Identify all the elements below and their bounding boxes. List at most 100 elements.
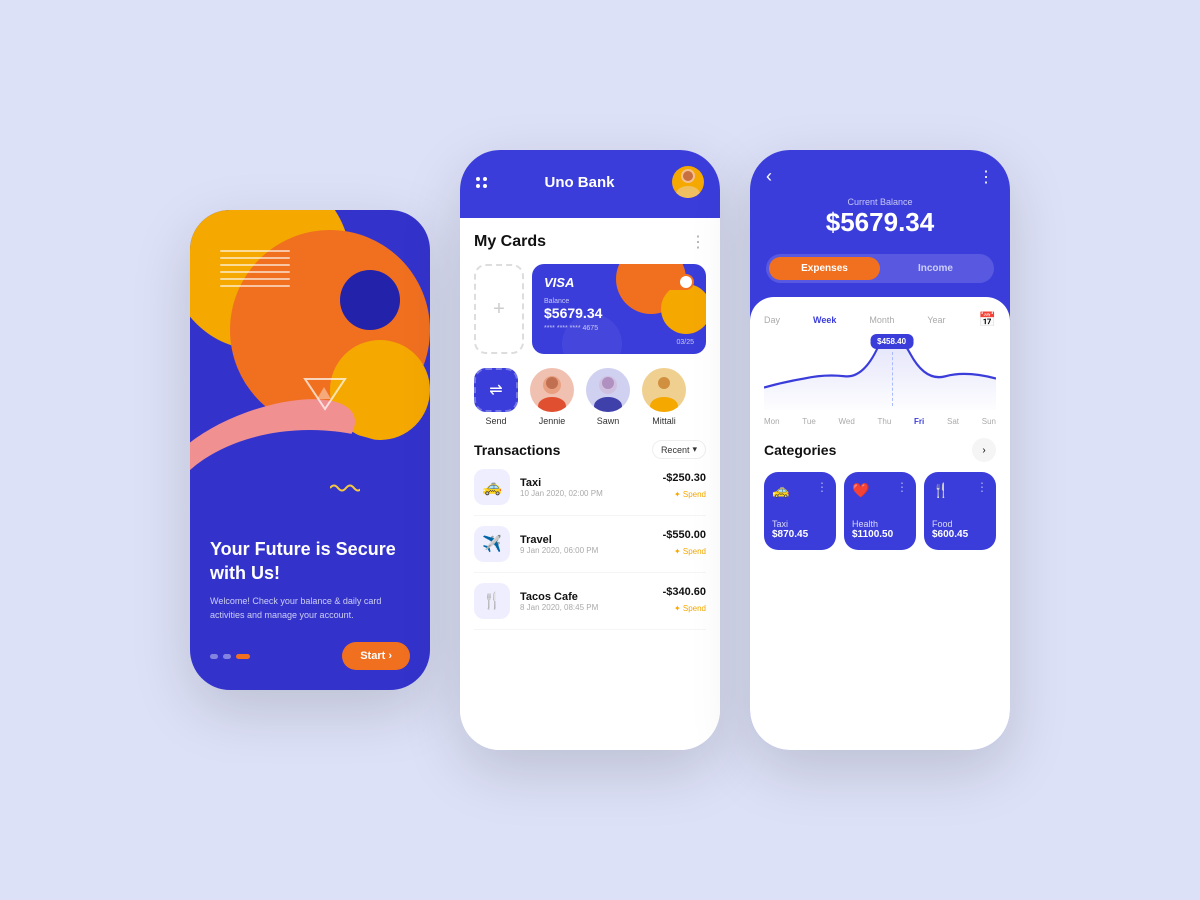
phone-2: Uno Bank My Cards ⋮ + <box>460 150 720 750</box>
phone3-menu[interactable]: ⋮ <box>978 167 994 187</box>
recent-filter[interactable]: Recent ▾ <box>652 440 706 459</box>
current-balance-label: Current Balance <box>766 197 994 207</box>
expenses-tab[interactable]: Expenses <box>769 257 880 280</box>
chart-dashed-line <box>892 352 893 406</box>
day-sat: Sat <box>947 417 959 426</box>
categories-more[interactable]: › <box>972 438 996 462</box>
cat-taxi-menu[interactable]: ⋮ <box>816 480 828 494</box>
tacos-amount: -$340.60 ✦ Spend <box>663 586 706 616</box>
bank-title: Uno Bank <box>544 174 614 191</box>
categories-row: 🚕 ⋮ Taxi $870.45 ❤️ ⋮ Health $1100.50 🍴 … <box>764 472 996 550</box>
current-balance-amount: $5679.34 <box>766 207 994 238</box>
mittali-avatar <box>642 368 686 412</box>
menu-icon[interactable] <box>476 177 487 188</box>
mittali-name: Mittali <box>652 416 676 426</box>
taxi-amount: -$250.30 ✦ Spend <box>663 472 706 502</box>
travel-icon: ✈️ <box>474 526 510 562</box>
tacos-icon: 🍴 <box>474 583 510 619</box>
back-button[interactable]: ‹ <box>766 166 772 187</box>
category-health[interactable]: ❤️ ⋮ Health $1100.50 <box>844 472 916 550</box>
card-number: **** **** **** 4675 <box>544 325 694 332</box>
card-expiry: 03/25 <box>676 339 694 346</box>
card-balance-label: Balance <box>544 298 694 305</box>
income-tab[interactable]: Income <box>880 257 991 280</box>
card-balance-amount: $5679.34 <box>544 305 694 321</box>
transaction-taxi[interactable]: 🚕 Taxi 10 Jan 2020, 02:00 PM -$250.30 ✦ … <box>474 469 706 516</box>
categories-header: Categories › <box>764 438 996 462</box>
person-mittali[interactable]: Mittali <box>642 368 686 426</box>
add-card-button[interactable]: + <box>474 264 524 354</box>
my-cards-title: My Cards <box>474 233 546 251</box>
person-jennie[interactable]: Jennie <box>530 368 574 426</box>
tacos-name: Tacos Cafe <box>520 591 653 603</box>
day-tue: Tue <box>802 417 816 426</box>
categories-title: Categories <box>764 442 836 458</box>
cards-row: + VISA Balance $5679.34 **** **** **** 4… <box>474 264 706 354</box>
cat-food-name: Food <box>932 519 988 529</box>
cat-taxi-name: Taxi <box>772 519 828 529</box>
travel-date: 9 Jan 2020, 06:00 PM <box>520 546 653 555</box>
cat-food-amount: $600.45 <box>932 529 988 540</box>
cat-health-menu[interactable]: ⋮ <box>896 480 908 494</box>
person-sawn[interactable]: Sawn <box>586 368 630 426</box>
my-cards-menu[interactable]: ⋮ <box>690 232 706 252</box>
tacos-date: 8 Jan 2020, 08:45 PM <box>520 603 653 612</box>
page-indicators <box>210 654 250 659</box>
phone2-body: My Cards ⋮ + VISA Balance $5679.34 **** … <box>460 218 720 750</box>
phone3-header: ‹ ⋮ <box>750 150 1010 197</box>
dot-3 <box>236 654 250 659</box>
cat-food-menu[interactable]: ⋮ <box>976 480 988 494</box>
jennie-name: Jennie <box>539 416 566 426</box>
day-wed: Wed <box>839 417 855 426</box>
phone1-subtitle: Welcome! Check your balance & daily card… <box>210 595 410 622</box>
chart-container: Day Week Month Year 📅 $458.40 <box>750 297 1010 750</box>
expenses-income-toggle: Expenses Income <box>766 254 994 283</box>
transaction-travel[interactable]: ✈️ Travel 9 Jan 2020, 06:00 PM -$550.00 … <box>474 526 706 573</box>
blob-blue-dark <box>340 270 400 330</box>
cat-health-name: Health <box>852 519 908 529</box>
phone2-header: Uno Bank <box>460 150 720 218</box>
jennie-avatar <box>530 368 574 412</box>
dot-1 <box>210 654 218 659</box>
chart-days: Mon Tue Wed Thu Fri Sat Sun <box>764 417 996 426</box>
lines-decoration <box>220 250 290 300</box>
sawn-name: Sawn <box>597 416 620 426</box>
taxi-name: Taxi <box>520 477 653 489</box>
triangle-decoration <box>303 375 347 418</box>
transaction-tacos[interactable]: 🍴 Tacos Cafe 8 Jan 2020, 08:45 PM -$340.… <box>474 583 706 630</box>
transactions-header: Transactions Recent ▾ <box>474 440 706 459</box>
visa-card[interactable]: VISA Balance $5679.34 **** **** **** 467… <box>532 264 706 354</box>
cat-taxi-amount: $870.45 <box>772 529 828 540</box>
day-thu: Thu <box>878 417 892 426</box>
send-label: Send <box>485 416 506 426</box>
sawn-avatar <box>586 368 630 412</box>
day-mon: Mon <box>764 417 780 426</box>
tacos-info: Tacos Cafe 8 Jan 2020, 08:45 PM <box>520 591 653 612</box>
travel-amount: -$550.00 ✦ Spend <box>663 529 706 559</box>
dot-2 <box>223 654 231 659</box>
card-toggle[interactable] <box>664 274 694 290</box>
transactions-title: Transactions <box>474 442 560 458</box>
travel-name: Travel <box>520 534 653 546</box>
taxi-info: Taxi 10 Jan 2020, 02:00 PM <box>520 477 653 498</box>
taxi-icon: 🚕 <box>474 469 510 505</box>
cat-health-amount: $1100.50 <box>852 529 908 540</box>
people-row: ⇌ Send Jennie <box>474 368 706 426</box>
phone1-headline: Your Future is Secure with Us! <box>210 538 410 585</box>
category-taxi[interactable]: 🚕 ⋮ Taxi $870.45 <box>764 472 836 550</box>
day-sun: Sun <box>982 417 996 426</box>
toggle-circle <box>680 276 692 288</box>
day-fri[interactable]: Fri <box>914 417 924 426</box>
send-button[interactable]: ⇌ <box>474 368 518 412</box>
travel-info: Travel 9 Jan 2020, 06:00 PM <box>520 534 653 555</box>
wave-decoration <box>330 480 360 496</box>
user-avatar[interactable] <box>672 166 704 198</box>
visa-label: VISA <box>544 275 574 290</box>
send-person: ⇌ Send <box>474 368 518 426</box>
phone-3: ‹ ⋮ Current Balance $5679.34 Expenses In… <box>750 150 1010 750</box>
chart-tooltip: $458.40 <box>870 334 913 349</box>
category-food[interactable]: 🍴 ⋮ Food $600.45 <box>924 472 996 550</box>
balance-section: Current Balance $5679.34 <box>750 197 1010 254</box>
start-button[interactable]: Start › <box>342 642 410 670</box>
phone-1: Your Future is Secure with Us! Welcome! … <box>190 210 430 690</box>
